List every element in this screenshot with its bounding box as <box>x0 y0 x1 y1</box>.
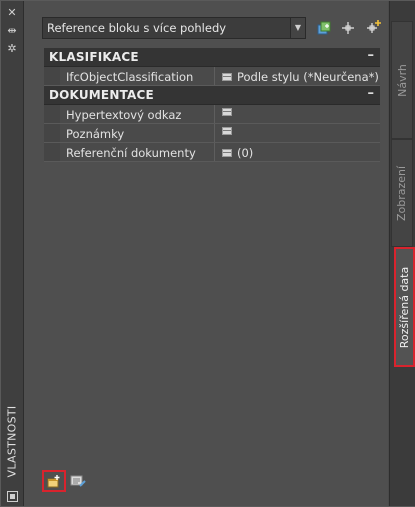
list-icon <box>222 108 232 116</box>
list-icon <box>222 149 232 157</box>
palette-tabs: Návrh Zobrazení Rozšířená data <box>389 1 415 506</box>
palette-title: VLASTNOSTI <box>5 405 19 477</box>
list-icon <box>222 73 232 81</box>
properties-menu-icon[interactable] <box>5 491 19 503</box>
row-gutter <box>44 105 60 123</box>
tab-navrh[interactable]: Návrh <box>391 21 413 139</box>
property-value[interactable] <box>222 108 237 116</box>
property-row[interactable]: IfcObjectClassification Podle stylu (*Ne… <box>44 67 380 86</box>
palette-title-strip: ✕ ⇹ ✲ VLASTNOSTI <box>1 1 24 506</box>
edit-data-icon <box>70 475 86 487</box>
property-grid: KLASIFIKACE – IfcObjectClassification Po… <box>44 48 380 162</box>
column-divider <box>214 67 215 85</box>
section-header-dokumentace[interactable]: DOKUMENTACE – <box>44 86 380 105</box>
property-value[interactable]: (0) <box>222 146 253 160</box>
object-type-bar: Reference bloku s více pohledy ▼ <box>42 15 402 43</box>
auto-hide-icon[interactable]: ⇹ <box>5 25 19 37</box>
tab-zobrazeni[interactable]: Zobrazení <box>391 139 413 247</box>
edit-data-button[interactable] <box>68 472 88 490</box>
tab-rozsirena-data[interactable]: Rozšířená data <box>394 247 415 367</box>
list-icon <box>222 127 232 135</box>
collapse-icon[interactable]: – <box>368 86 375 101</box>
property-label: Hypertextový odkaz <box>66 108 182 122</box>
property-row[interactable]: Poznámky <box>44 124 380 143</box>
row-gutter <box>44 124 60 142</box>
property-sets-icon <box>47 474 60 487</box>
section-title: DOKUMENTACE <box>49 88 154 102</box>
chevron-down-icon[interactable]: ▼ <box>290 18 305 38</box>
column-divider <box>214 143 215 161</box>
property-label: Poznámky <box>66 127 125 141</box>
property-row[interactable]: Referenční dokumenty (0) <box>44 143 380 162</box>
quick-select-icon[interactable] <box>314 18 334 38</box>
property-label: Referenční dokumenty <box>66 146 196 160</box>
property-value-text: Podle stylu (*Neurčena*) <box>237 70 379 84</box>
close-icon[interactable]: ✕ <box>5 7 19 19</box>
row-gutter <box>44 143 60 161</box>
property-row[interactable]: Hypertextový odkaz <box>44 105 380 124</box>
object-type-value: Reference bloku s více pohledy <box>47 21 227 35</box>
property-value[interactable]: Podle stylu (*Neurčena*) <box>222 70 379 84</box>
collapse-icon[interactable]: – <box>368 48 375 63</box>
column-divider <box>214 124 215 142</box>
property-value[interactable] <box>222 127 237 135</box>
column-divider <box>214 105 215 123</box>
toggle-pickadd-icon[interactable] <box>364 18 384 38</box>
property-label: IfcObjectClassification <box>66 70 194 84</box>
properties-content: Reference bloku s více pohledy ▼ KLASIFI… <box>24 1 388 506</box>
section-header-klasifikace[interactable]: KLASIFIKACE – <box>44 48 380 67</box>
settings-icon[interactable]: ✲ <box>5 43 19 55</box>
select-objects-icon[interactable] <box>338 18 358 38</box>
row-gutter <box>44 67 60 85</box>
object-type-dropdown[interactable]: Reference bloku s více pohledy ▼ <box>42 17 306 39</box>
property-value-text: (0) <box>237 146 254 160</box>
property-sets-button[interactable] <box>42 470 66 492</box>
section-title: KLASIFIKACE <box>49 50 139 64</box>
